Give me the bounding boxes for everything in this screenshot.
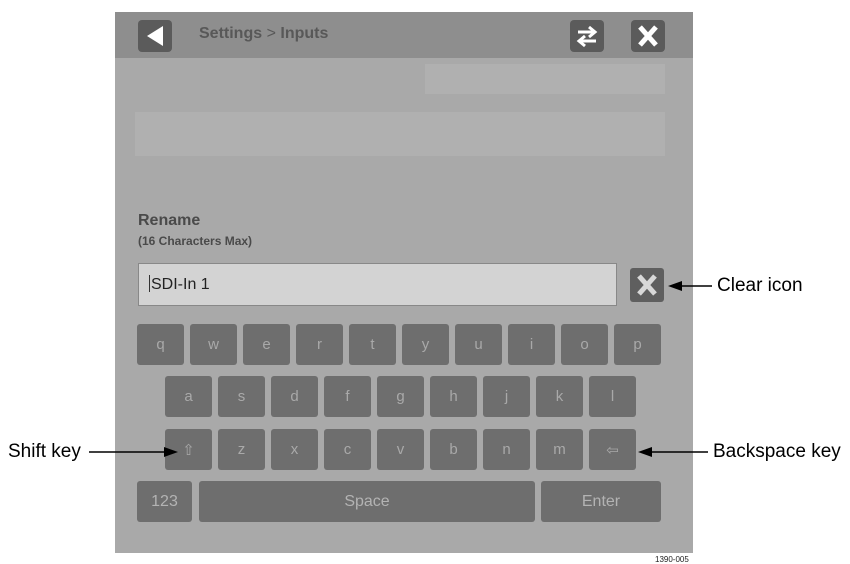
key-s[interactable]: s bbox=[218, 376, 265, 417]
rename-input-value: SDI-In 1 bbox=[151, 276, 210, 293]
back-arrow-icon[interactable] bbox=[138, 20, 172, 52]
backspace-key[interactable]: ⇦ bbox=[589, 429, 636, 470]
clear-x-icon[interactable] bbox=[630, 268, 664, 302]
key-w[interactable]: w bbox=[190, 324, 237, 365]
rename-subtitle: (16 Characters Max) bbox=[138, 234, 253, 248]
key-g[interactable]: g bbox=[377, 376, 424, 417]
key-d[interactable]: d bbox=[271, 376, 318, 417]
key-k[interactable]: k bbox=[536, 376, 583, 417]
breadcrumb-settings[interactable]: Settings bbox=[199, 25, 262, 42]
breadcrumb-inputs: Inputs bbox=[280, 25, 329, 42]
key-b[interactable]: b bbox=[430, 429, 477, 470]
enter-key[interactable]: Enter bbox=[541, 481, 661, 522]
key-i[interactable]: i bbox=[508, 324, 555, 365]
shift-key-callout: Shift key bbox=[8, 441, 81, 462]
shift-key[interactable]: ⇧ bbox=[165, 429, 212, 470]
clear-icon-callout: Clear icon bbox=[717, 275, 803, 296]
figure-number: 1390-005 bbox=[655, 555, 689, 564]
key-l[interactable]: l bbox=[589, 376, 636, 417]
key-j[interactable]: j bbox=[483, 376, 530, 417]
key-u[interactable]: u bbox=[455, 324, 502, 365]
key-q[interactable]: q bbox=[137, 324, 184, 365]
key-f[interactable]: f bbox=[324, 376, 371, 417]
breadcrumb-separator: > bbox=[266, 25, 276, 42]
rename-input[interactable]: SDI-In 1 bbox=[138, 263, 617, 306]
key-m[interactable]: m bbox=[536, 429, 583, 470]
close-x-icon[interactable] bbox=[631, 20, 665, 52]
breadcrumb: Settings > Inputs bbox=[199, 25, 328, 43]
swap-arrows-icon[interactable] bbox=[570, 20, 604, 52]
key-t[interactable]: t bbox=[349, 324, 396, 365]
key-a[interactable]: a bbox=[165, 376, 212, 417]
background-field bbox=[135, 112, 665, 156]
key-v[interactable]: v bbox=[377, 429, 424, 470]
key-r[interactable]: r bbox=[296, 324, 343, 365]
backspace-key-callout: Backspace key bbox=[713, 441, 841, 462]
key-e[interactable]: e bbox=[243, 324, 290, 365]
key-h[interactable]: h bbox=[430, 376, 477, 417]
key-x[interactable]: x bbox=[271, 429, 318, 470]
text-caret bbox=[149, 275, 150, 292]
top-bar: Settings > Inputs bbox=[115, 12, 693, 58]
key-y[interactable]: y bbox=[402, 324, 449, 365]
background-field bbox=[425, 64, 665, 94]
rename-title: Rename bbox=[138, 212, 201, 229]
key-o[interactable]: o bbox=[561, 324, 608, 365]
key-z[interactable]: z bbox=[218, 429, 265, 470]
key-p[interactable]: p bbox=[614, 324, 661, 365]
numbers-key[interactable]: 123 bbox=[137, 481, 192, 522]
key-n[interactable]: n bbox=[483, 429, 530, 470]
touchscreen: Settings > Inputs Rename (16 Characters … bbox=[115, 12, 693, 553]
key-c[interactable]: c bbox=[324, 429, 371, 470]
space-key[interactable]: Space bbox=[199, 481, 535, 522]
